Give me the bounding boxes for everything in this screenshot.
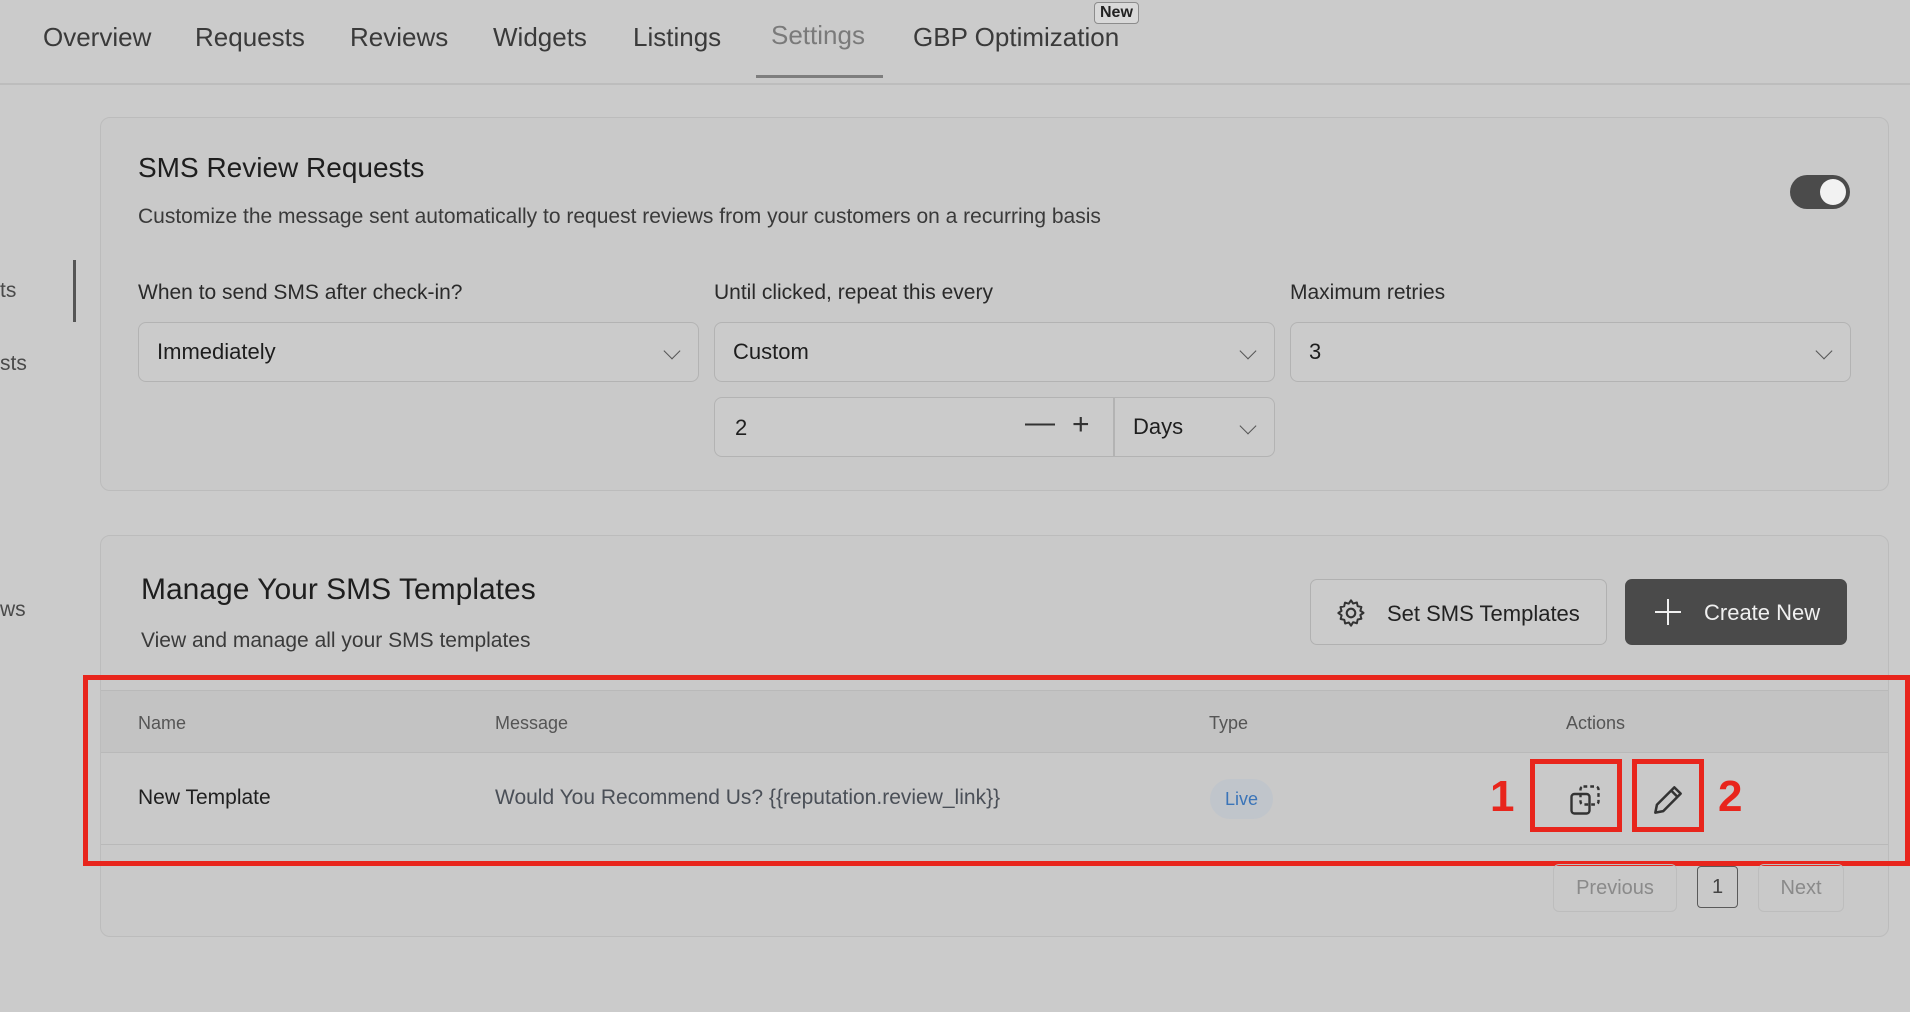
active-tab-indicator (756, 75, 883, 78)
interval-value[interactable]: 2 (735, 415, 747, 441)
repeat-select[interactable]: Custom (714, 322, 1275, 382)
sidebar-item-label[interactable]: ts (0, 279, 16, 303)
select-value: 3 (1309, 339, 1322, 364)
templates-title: Manage Your SMS Templates (141, 573, 536, 606)
section-title: SMS Review Requests (138, 152, 425, 183)
repeat-label: Until clicked, repeat this every (714, 281, 993, 304)
chevron-down-icon (1239, 342, 1257, 360)
edit-highlight-box (1632, 759, 1704, 832)
tab-gbp-optimization[interactable]: GBP Optimization (913, 22, 1119, 53)
chevron-down-icon (1815, 342, 1833, 360)
increment-button[interactable]: + (1072, 408, 1090, 442)
next-page-button[interactable]: Next (1758, 864, 1844, 912)
new-badge: New (1094, 2, 1139, 24)
set-sms-templates-button[interactable]: Set SMS Templates (1310, 579, 1607, 645)
interval-unit-select[interactable]: Days (1114, 397, 1275, 457)
annotation-number: 1 (1490, 772, 1515, 821)
sidebar-active-indicator (73, 260, 76, 322)
when-to-send-label: When to send SMS after check-in? (138, 281, 463, 304)
tab-settings[interactable]: Settings (771, 20, 865, 51)
toggle-knob (1820, 179, 1846, 205)
decrement-button[interactable]: — (1025, 406, 1055, 440)
chevron-down-icon (663, 342, 681, 360)
when-to-send-select[interactable]: Immediately (138, 322, 699, 382)
max-retries-select[interactable]: 3 (1290, 322, 1851, 382)
interval-stepper[interactable]: 2 — + (714, 397, 1114, 457)
chevron-down-icon (1239, 417, 1257, 435)
select-value: Days (1133, 414, 1184, 439)
button-label: Set SMS Templates (1387, 601, 1580, 626)
top-navigation: Overview Requests Reviews Widgets Listin… (0, 0, 1910, 85)
sidebar-item-label[interactable]: sts (0, 352, 27, 376)
tab-requests[interactable]: Requests (195, 22, 305, 53)
duplicate-highlight-box (1530, 759, 1622, 832)
annotation-number: 2 (1718, 772, 1743, 821)
max-retries-label: Maximum retries (1290, 281, 1446, 304)
sidebar-item-label[interactable]: ws (0, 598, 26, 622)
tab-overview[interactable]: Overview (43, 22, 151, 53)
tab-reviews[interactable]: Reviews (350, 22, 448, 53)
previous-page-button[interactable]: Previous (1553, 864, 1677, 912)
templates-subtitle: View and manage all your SMS templates (141, 629, 531, 652)
gear-icon (1337, 599, 1365, 627)
select-value: Immediately (157, 339, 276, 364)
sms-requests-toggle[interactable] (1790, 175, 1850, 209)
section-description: Customize the message sent automatically… (138, 205, 1101, 228)
tab-widgets[interactable]: Widgets (493, 22, 587, 53)
plus-icon (1655, 599, 1681, 625)
button-label: Create New (1704, 600, 1821, 625)
tab-listings[interactable]: Listings (633, 22, 721, 53)
current-page-button[interactable]: 1 (1697, 866, 1738, 908)
select-value: Custom (733, 339, 809, 364)
create-new-button[interactable]: Create New (1625, 579, 1847, 645)
